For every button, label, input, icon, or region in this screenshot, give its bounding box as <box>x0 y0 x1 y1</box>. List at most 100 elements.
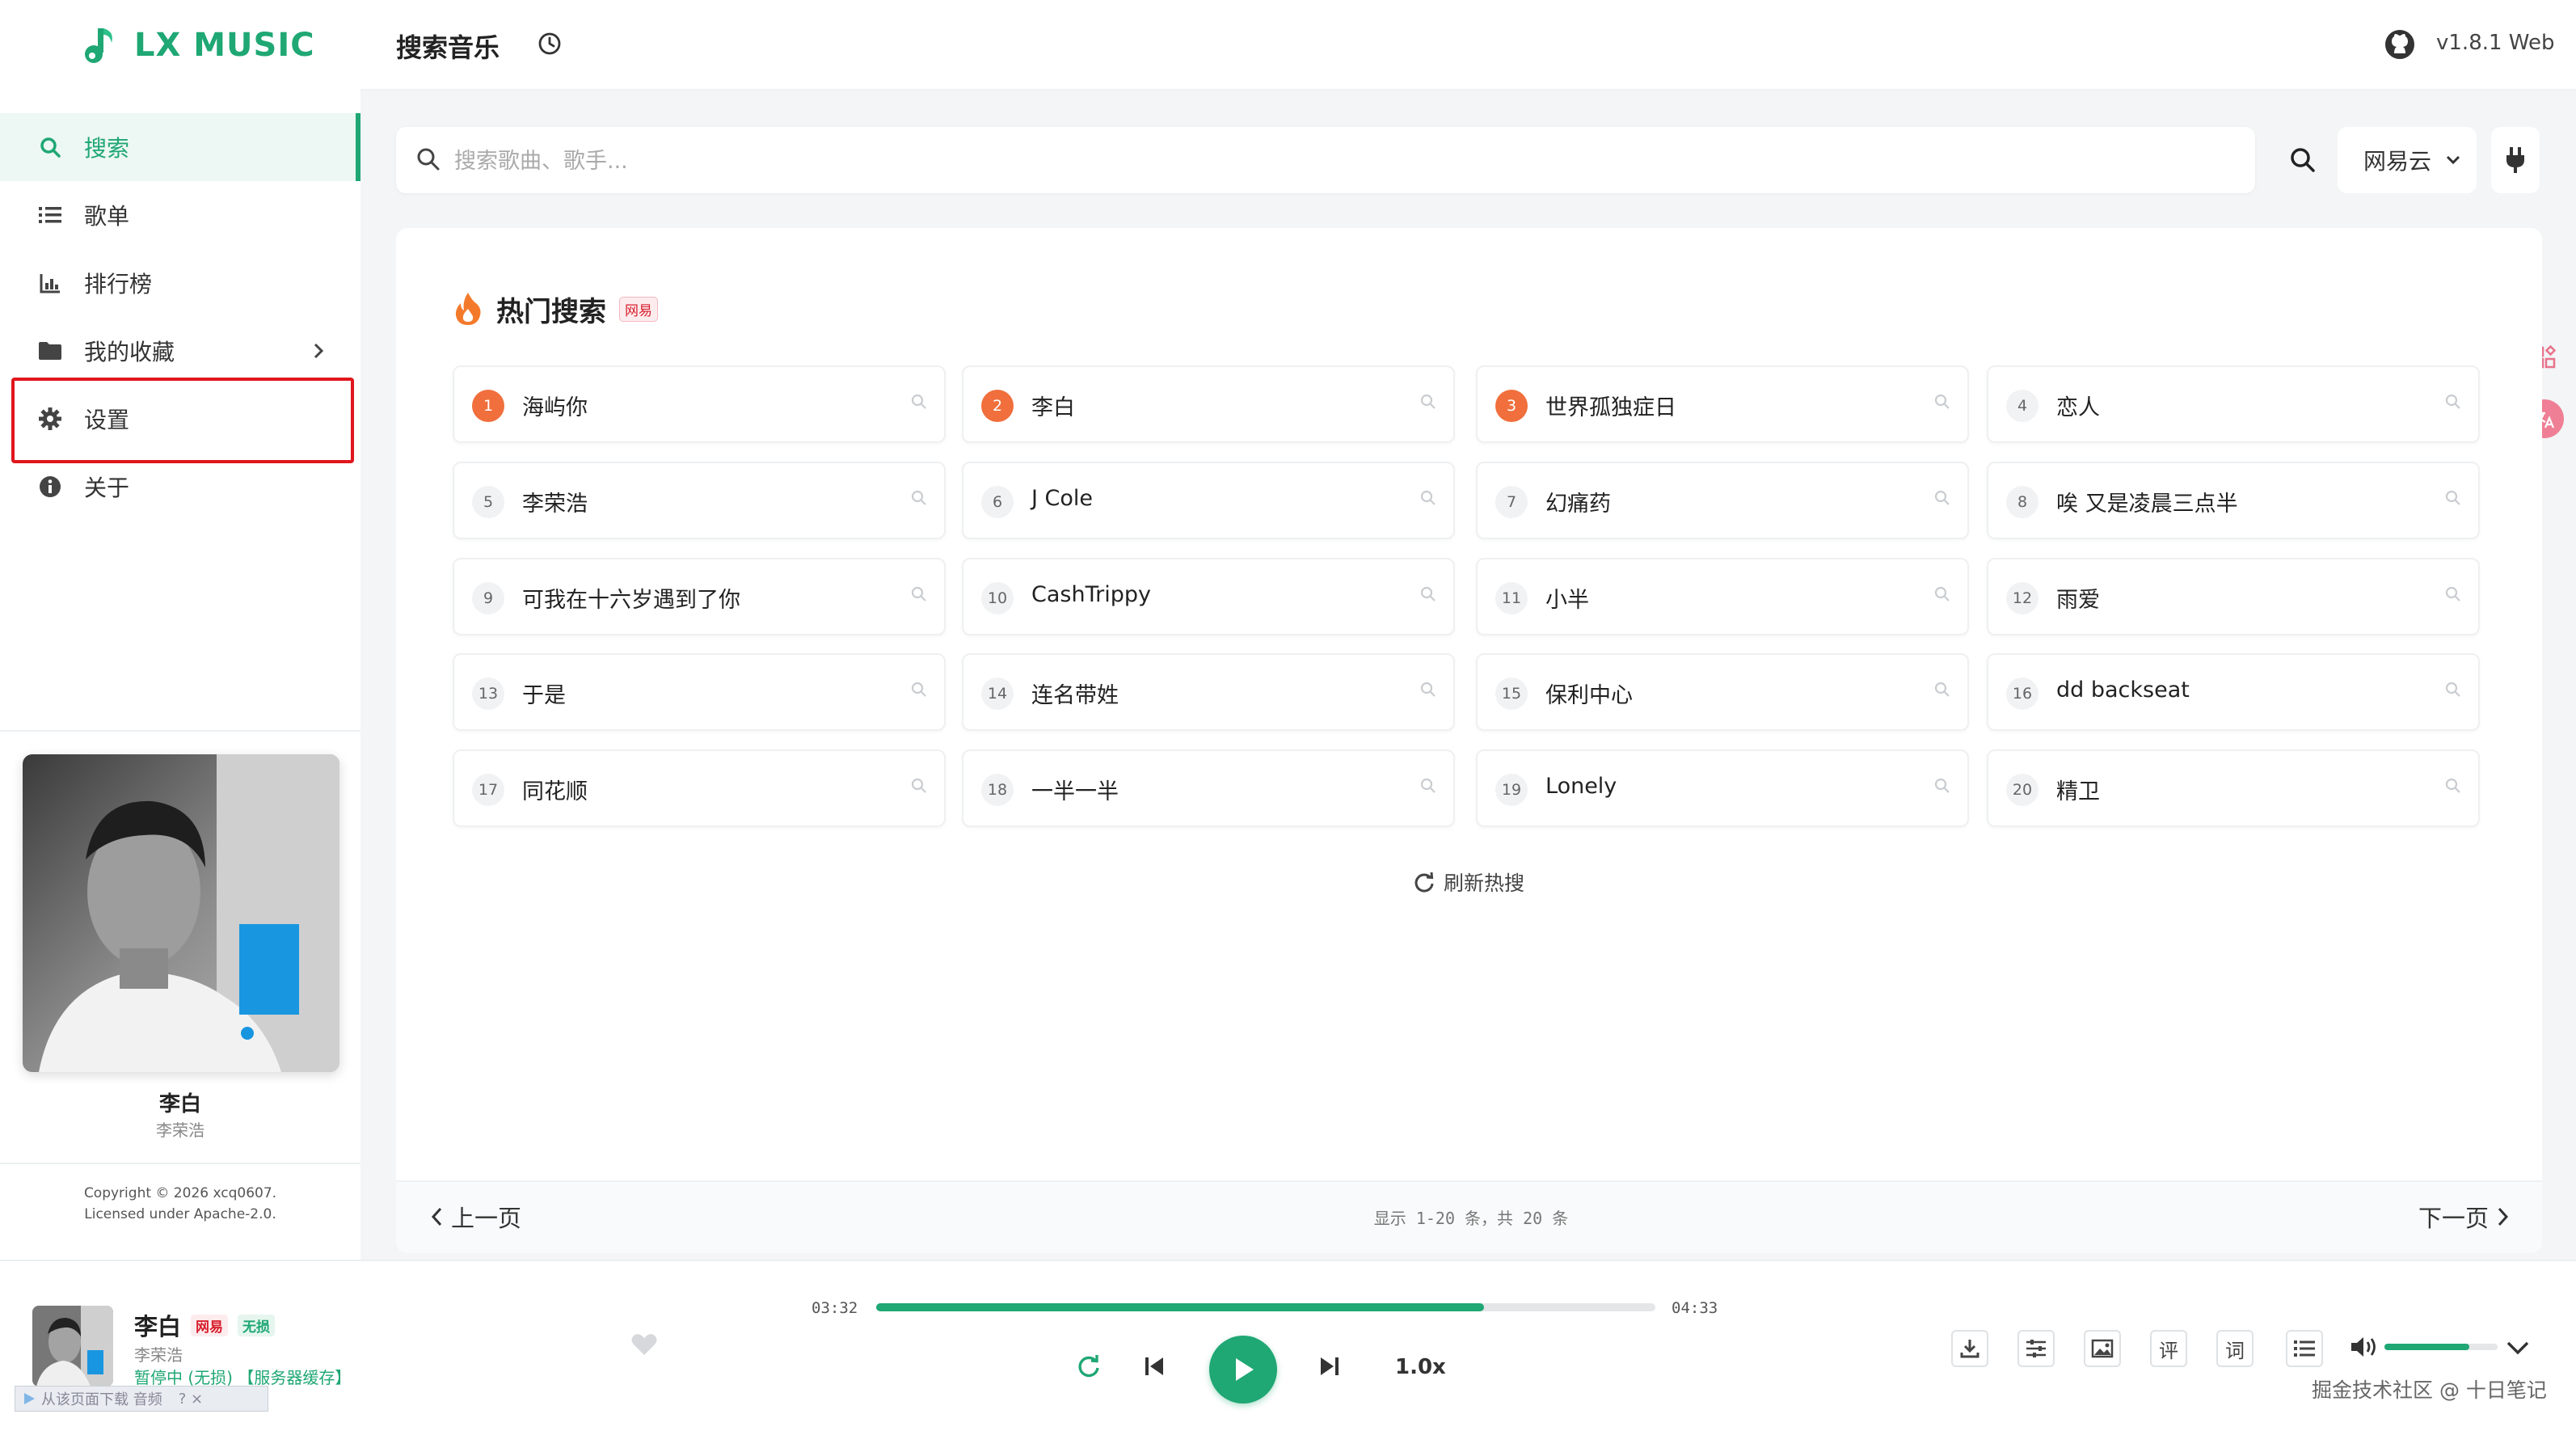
plugin-button[interactable] <box>2491 127 2540 193</box>
hot-search-item[interactable]: 19 Lonely <box>1476 749 1969 827</box>
search-icon[interactable] <box>1419 489 1437 507</box>
hot-search-text: CashTrippy <box>1031 582 1151 607</box>
hot-search-item[interactable]: 14 连名带姓 <box>962 653 1455 731</box>
settings-highlight-box <box>11 378 354 463</box>
search-icon[interactable] <box>2444 393 2462 411</box>
hot-search-item[interactable]: 10 CashTrippy <box>962 558 1455 635</box>
rank-badge: 9 <box>472 582 504 614</box>
source-select[interactable]: 网易云 <box>2338 127 2477 193</box>
hot-search-item[interactable]: 13 于是 <box>453 653 946 731</box>
previous-track-icon[interactable] <box>1142 1354 1166 1378</box>
hot-search-item[interactable]: 7 幻痛药 <box>1476 462 1969 539</box>
playback-speed[interactable]: 1.0x <box>1395 1355 1446 1379</box>
hot-search-item[interactable]: 5 李荣浩 <box>453 462 946 539</box>
hot-search-item[interactable]: 11 小半 <box>1476 558 1969 635</box>
hot-search-item[interactable]: 6 J Cole <box>962 462 1455 539</box>
rank-badge: 19 <box>1495 774 1528 806</box>
refresh-hot-button[interactable]: 刷新热搜 <box>1413 866 1524 898</box>
search-icon[interactable] <box>910 585 928 603</box>
search-icon[interactable] <box>1933 489 1951 507</box>
search-button[interactable] <box>2270 127 2336 193</box>
hot-search-item[interactable]: 3 世界孤独症日 <box>1476 365 1969 443</box>
sidebar-item-leaderboard[interactable]: 排行榜 <box>0 249 360 317</box>
hot-search-item[interactable]: 16 dd backseat <box>1987 653 2480 731</box>
sidebar-item-label: 排行榜 <box>84 271 153 298</box>
mini-album-cover[interactable] <box>32 1306 113 1387</box>
hot-search-item[interactable]: 12 雨爱 <box>1987 558 2480 635</box>
hot-search-item[interactable]: 18 一半一半 <box>962 749 1455 827</box>
hot-search-text: 恋人 <box>2056 395 2100 420</box>
search-icon <box>2291 148 2315 172</box>
hot-search-item[interactable]: 9 可我在十六岁遇到了你 <box>453 558 946 635</box>
hot-search-item[interactable]: 15 保利中心 <box>1476 653 1969 731</box>
equalizer-button[interactable] <box>2017 1330 2055 1367</box>
sidebar-item-about[interactable]: 关于 <box>0 453 360 521</box>
download-hint-close[interactable]: ? × <box>179 1391 203 1408</box>
search-icon[interactable] <box>2444 489 2462 507</box>
copyright-text: Copyright © 2026 xcq0607. <box>83 1185 277 1201</box>
hot-search-text: 李荣浩 <box>522 492 588 517</box>
search-input[interactable] <box>453 127 2234 195</box>
sidebar-item-playlists[interactable]: 歌单 <box>0 181 360 249</box>
next-track-icon[interactable] <box>1318 1354 1342 1378</box>
search-icon[interactable] <box>1419 393 1437 411</box>
play-button[interactable] <box>1209 1336 1277 1404</box>
source-tag: 网易 <box>191 1314 229 1336</box>
chevron-down-icon[interactable] <box>2504 1336 2532 1360</box>
download-hint-bar[interactable]: 从该页面下载 音频 ? × <box>15 1386 268 1412</box>
search-icon[interactable] <box>910 777 928 795</box>
search-icon[interactable] <box>2444 681 2462 699</box>
hot-search-item[interactable]: 17 同花顺 <box>453 749 946 827</box>
sidebar-item-favorites[interactable]: 我的收藏 <box>0 317 360 385</box>
sidebar-item-search[interactable]: 搜索 <box>0 113 360 181</box>
hot-search-header: 热门搜索 网易 <box>453 286 658 331</box>
image-icon <box>2091 1339 2114 1358</box>
rank-badge: 14 <box>981 678 1014 710</box>
license-text: Licensed under Apache-2.0. <box>84 1206 276 1222</box>
volume-icon[interactable] <box>2349 1334 2380 1360</box>
search-box[interactable] <box>396 127 2255 195</box>
album-cover[interactable] <box>23 754 339 1072</box>
app-name: LX MUSIC <box>134 27 315 64</box>
search-icon[interactable] <box>2444 777 2462 795</box>
rank-badge: 10 <box>981 582 1014 614</box>
github-icon[interactable] <box>2384 29 2415 60</box>
info-icon <box>36 472 65 501</box>
search-icon[interactable] <box>910 489 928 507</box>
image-button[interactable] <box>2084 1330 2121 1367</box>
hot-search-text: 保利中心 <box>1545 683 1633 708</box>
search-icon[interactable] <box>1933 777 1951 795</box>
hot-search-item[interactable]: 1 海屿你 <box>453 365 946 443</box>
repeat-icon[interactable] <box>1075 1353 1102 1380</box>
search-icon[interactable] <box>2444 585 2462 603</box>
search-icon[interactable] <box>1419 585 1437 603</box>
heart-icon[interactable] <box>630 1332 658 1357</box>
download-icon <box>1960 1340 1979 1358</box>
prev-page-label: 上一页 <box>451 1205 522 1232</box>
search-icon[interactable] <box>1933 393 1951 411</box>
hot-search-item[interactable]: 20 精卫 <box>1987 749 2480 827</box>
hot-search-text: 海屿你 <box>522 395 588 420</box>
clock-icon[interactable] <box>537 31 563 57</box>
rank-badge: 4 <box>2006 390 2038 422</box>
hot-search-item[interactable]: 8 唉 又是凌晨三点半 <box>1987 462 2480 539</box>
prev-page-button[interactable]: 上一页 <box>430 1198 521 1235</box>
search-icon[interactable] <box>1419 681 1437 699</box>
page-info: 显示 1-20 条，共 20 条 <box>1373 1209 1569 1228</box>
hot-search-item[interactable]: 2 李白 <box>962 365 1455 443</box>
next-page-button[interactable]: 下一页 <box>2418 1198 2510 1235</box>
hot-search-text: 精卫 <box>2056 779 2100 804</box>
download-button[interactable] <box>1951 1330 1988 1367</box>
search-icon[interactable] <box>1419 777 1437 795</box>
version-label: v1.8.1 Web <box>2436 31 2555 55</box>
hot-search-item[interactable]: 4 恋人 <box>1987 365 2480 443</box>
search-icon[interactable] <box>910 681 928 699</box>
watermark-text: 掘金技术社区 @ 十日笔记 <box>2312 1378 2547 1402</box>
fire-icon <box>453 291 483 327</box>
lyrics-button[interactable]: 词 <box>2216 1330 2253 1367</box>
search-icon[interactable] <box>1933 681 1951 699</box>
search-icon[interactable] <box>910 393 928 411</box>
comment-button[interactable]: 评 <box>2150 1330 2187 1367</box>
playlist-button[interactable] <box>2286 1330 2323 1367</box>
search-icon[interactable] <box>1933 585 1951 603</box>
